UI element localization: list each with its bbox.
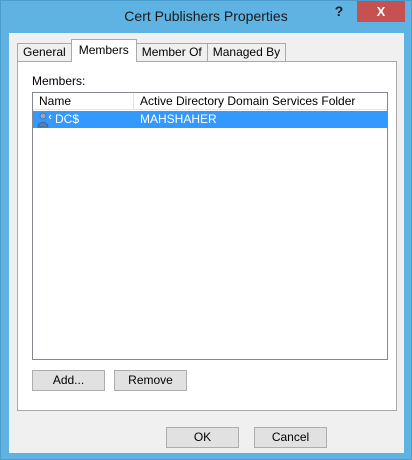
user-icon	[37, 112, 53, 128]
tab-member-of[interactable]: Member Of	[135, 43, 208, 62]
table-row[interactable]: DC$ MAHSHAHER	[33, 111, 387, 128]
member-folder: MAHSHAHER	[140, 112, 217, 126]
tab-general[interactable]: General	[17, 43, 72, 62]
dialog-client-area: General Members Member Of Managed By Mem…	[9, 33, 404, 453]
column-header-folder[interactable]: Active Directory Domain Services Folder	[134, 93, 387, 109]
row-name-cell: DC$	[33, 111, 134, 128]
cancel-button[interactable]: Cancel	[254, 427, 327, 448]
remove-button[interactable]: Remove	[114, 370, 187, 391]
column-header-name[interactable]: Name	[33, 93, 134, 109]
tab-managed-by[interactable]: Managed By	[206, 43, 287, 62]
members-tab-panel: Members: Name Active Directory Domain Se…	[17, 61, 397, 411]
member-name: DC$	[55, 112, 80, 126]
title-bar[interactable]: Cert Publishers Properties ? X	[1, 1, 411, 33]
tab-members[interactable]: Members	[70, 39, 137, 62]
list-header: Name Active Directory Domain Services Fo…	[33, 93, 387, 110]
add-button[interactable]: Add...	[32, 370, 105, 391]
close-button[interactable]: X	[357, 1, 405, 22]
tab-strip: General Members Member Of Managed By	[17, 39, 287, 62]
members-label: Members:	[32, 74, 86, 88]
properties-window: Cert Publishers Properties ? X General M…	[0, 0, 412, 460]
help-button[interactable]: ?	[325, 1, 353, 22]
ok-button[interactable]: OK	[166, 427, 239, 448]
members-list[interactable]: Name Active Directory Domain Services Fo…	[32, 92, 388, 360]
